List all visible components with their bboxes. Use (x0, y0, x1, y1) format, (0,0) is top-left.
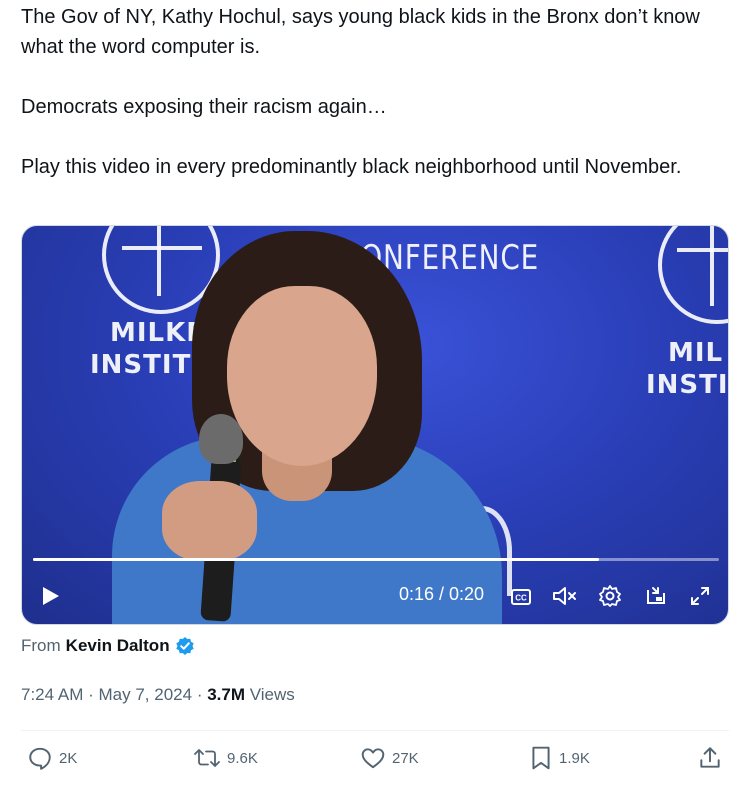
captions-icon: CC (511, 589, 531, 605)
bookmark-button[interactable]: 1.9K (529, 745, 590, 771)
pip-icon (647, 587, 665, 604)
logo-stroke (122, 246, 202, 250)
fullscreen-icon (691, 587, 709, 605)
video-controls: 0:16 / 0:20 CC (22, 576, 728, 616)
views-count: 3.7M (207, 685, 246, 704)
tweet-paragraph: Democrats exposing their racism again… (21, 96, 387, 118)
video-player[interactable]: CONFERENCE MILKE INSTITU MIL INSTI 0:16 … (21, 225, 729, 625)
pip-button[interactable] (642, 582, 670, 610)
views-label: Views (249, 685, 295, 704)
play-icon (43, 587, 59, 605)
speaker-hand (162, 481, 257, 561)
repost-button[interactable]: 9.6K (193, 745, 258, 771)
play-button[interactable] (36, 582, 64, 610)
divider (21, 730, 729, 731)
meta-separator: · (196, 685, 203, 704)
share-button[interactable] (697, 745, 723, 771)
tweet-date-link[interactable]: May 7, 2024 (99, 685, 193, 704)
fullscreen-button[interactable] (686, 582, 714, 610)
attribution-prefix: From (21, 636, 61, 655)
tweet-meta: 7:24 AM · May 7, 2024 · 3.7M Views (21, 685, 295, 705)
heart-icon (361, 748, 385, 769)
attribution-author-link[interactable]: Kevin Dalton (66, 636, 170, 656)
meta-separator: · (88, 685, 94, 704)
logo-stroke (157, 226, 161, 296)
video-progress-fill (33, 558, 599, 561)
bookmark-icon (532, 746, 550, 770)
settings-button[interactable] (596, 582, 624, 610)
tweet-time-link[interactable]: 7:24 AM (21, 685, 83, 704)
attribution: From Kevin Dalton (21, 636, 195, 656)
tweet-paragraph: Play this video in every predominantly b… (21, 156, 682, 178)
speaker-face (227, 286, 377, 466)
reply-icon (29, 747, 51, 770)
mute-button[interactable] (550, 582, 580, 610)
logo-stroke (677, 248, 728, 252)
like-button[interactable]: 27K (360, 745, 419, 771)
bookmark-count: 1.9K (559, 749, 590, 767)
backdrop-milken-right: MIL (668, 338, 724, 368)
like-count: 27K (392, 749, 419, 767)
backdrop-institute-right: INSTI (646, 370, 729, 400)
logo-stroke (710, 226, 714, 306)
reply-count: 2K (59, 749, 78, 767)
share-icon (700, 747, 720, 768)
tweet-text: The Gov of NY, Kathy Hochul, says young … (21, 2, 721, 182)
video-time: 0:16 / 0:20 (399, 584, 485, 604)
video-progress-bar[interactable] (33, 558, 719, 561)
captions-button[interactable]: CC (508, 584, 534, 610)
tweet-paragraph: The Gov of NY, Kathy Hochul, says young … (21, 6, 700, 58)
mute-icon (553, 587, 576, 605)
verified-badge-icon (175, 637, 194, 655)
milken-logo-right (658, 226, 728, 324)
settings-icon (599, 585, 621, 607)
svg-text:CC: CC (515, 594, 527, 603)
repost-icon (194, 749, 220, 767)
backdrop-milken-left: MILKE (110, 318, 206, 348)
microphone-head (199, 414, 243, 464)
repost-count: 9.6K (227, 749, 258, 767)
reply-button[interactable]: 2K (27, 745, 77, 771)
